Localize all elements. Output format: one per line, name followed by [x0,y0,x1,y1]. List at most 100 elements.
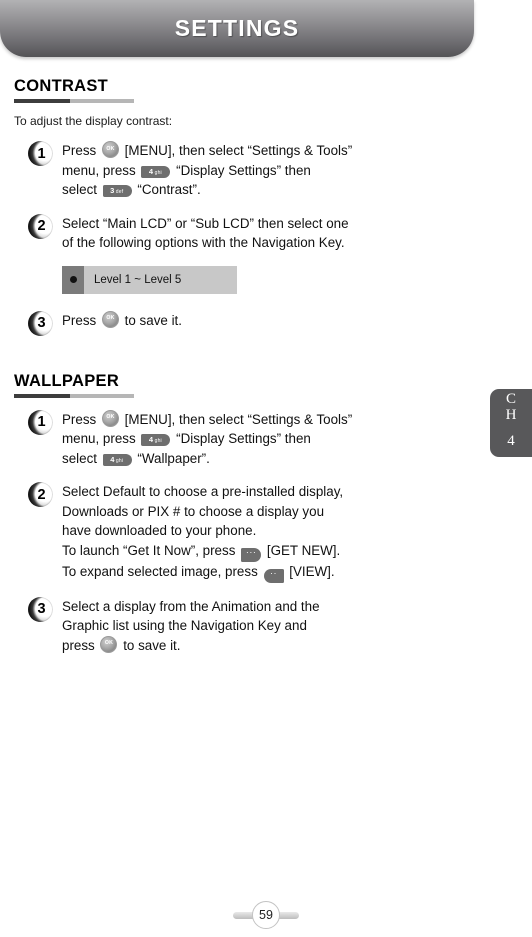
right-soft-key-icon: ·· [263,567,284,583]
ok-key-icon [101,409,119,427]
heading-rule-dark-segment [14,99,71,103]
step-body: Press [MENU], then select “Settings & To… [62,140,352,200]
step-item: 3 Press to save it. [14,310,518,336]
step-text: Press [62,411,100,427]
step-body: Select Default to choose a pre-installed… [62,481,343,583]
step-body: Select “Main LCD” or “Sub LCD” then sele… [62,213,349,253]
step-line: Downloads or PIX # to choose a display y… [62,502,343,522]
step-text: To expand selected image, press [62,563,262,579]
numeric-key-letters: ghi [154,438,162,444]
step-line: select 4 ghi “Wallpaper”. [62,449,352,469]
step-text: To launch “Get It Now”, press [62,542,240,558]
step-text: [MENU], then select “Settings & Tools” [120,411,353,427]
step-number-badge: 1 [28,141,53,166]
page-title: SETTINGS [174,15,300,41]
ok-key-icon [101,310,119,328]
section-wallpaper: WALLPAPER 1 Press [MENU], then select “Se… [0,372,532,656]
step-item: 2 Select “Main LCD” or “Sub LCD” then sel… [14,213,518,253]
step-number: 1 [37,145,46,162]
option-box: Level 1 ~ Level 5 [62,265,237,294]
heading-rule-light-segment [70,99,134,103]
page-header-banner: SETTINGS [0,0,474,57]
step-number-badge: 2 [28,213,53,239]
numeric-key-digit: 3 [110,186,115,195]
page-number: 59 [252,901,280,929]
step-text: [MENU], then select “Settings & Tools” [120,143,353,158]
step-line: Press [MENU], then select “Settings & To… [62,409,353,430]
step-body: Press to save it. [62,310,182,331]
ok-key-icon [100,635,118,653]
numeric-key-digit: 4 [110,454,115,464]
step-text: Press [62,143,100,158]
numeric-key-icon-4: 4 ghi [141,434,171,446]
step-number: 2 [37,218,46,234]
section-intro-text: To adjust the display contrast: [14,114,173,128]
step-text: have downloaded to your phone. [62,523,257,538]
step-line: To expand selected image, press ·· [VIEW… [62,562,343,583]
bullet-icon [69,276,77,283]
step-number: 2 [37,486,46,503]
step-line: menu, press 4 ghi “Display Settings” then [62,161,352,181]
step-text: menu, press [62,162,140,178]
step-number: 3 [37,315,46,331]
step-line: Select “Main LCD” or “Sub LCD” then sele… [62,214,349,234]
step-line: select 3 def “Contrast”. [62,180,352,200]
step-text: to save it. [120,312,182,328]
numeric-key-letters: def [115,189,124,195]
step-text: “Wallpaper”. [133,450,210,466]
step-line: menu, press 4 ghi “Display Settings” then [62,429,352,449]
step-text: menu, press [62,431,140,446]
step-number-badge: 2 [28,482,53,507]
heading-rule-light-segment [70,393,134,398]
step-text: “Display Settings” then [172,431,311,446]
step-item: 2 Select Default to choose a pre-installe… [14,481,518,583]
numeric-key-icon-4: 4 ghi [102,453,132,466]
step-text: Select “Main LCD” or “Sub LCD” then sele… [62,215,349,231]
page-number-wing-right [277,911,299,919]
step-number-badge: 3 [28,310,53,336]
page-footer: 59 [0,901,532,929]
step-line: of the following options with the Naviga… [62,233,349,253]
step-line: Press [MENU], then select “Settings & To… [62,141,352,161]
numeric-key-digit: 4 [148,435,154,444]
step-text: press [62,637,99,653]
step-line: Select a display from the Animation and … [62,597,320,617]
steps-list: 1 Press [MENU], then select “Settings & T… [14,409,518,656]
steps-list: 1 Press [MENU], then select “Settings & T… [14,140,518,336]
numeric-key-letters: ghi [154,169,162,176]
step-text: select [62,450,101,466]
heading-rule [14,99,134,103]
option-label: Level 1 ~ Level 5 [84,265,237,294]
step-text: Select a display from the Animation and … [62,598,320,614]
step-number-badge: 3 [28,596,53,622]
step-text: Graphic list using the Navigation Key an… [62,618,307,633]
heading-rule-dark-segment [14,393,71,398]
heading-rule [14,393,134,398]
step-line: Graphic list using the Navigation Key an… [62,616,320,636]
option-bullet-cell [62,265,84,294]
section-contrast: CONTRAST To adjust the display contrast:… [0,77,532,336]
step-number-badge: 1 [28,409,53,435]
step-text: [VIEW]. [285,563,335,579]
step-item: 1 Press [MENU], then select “Settings & T… [14,409,518,469]
step-text: Press [62,312,100,328]
step-text: select [62,182,101,197]
numeric-key-digit: 4 [148,166,154,176]
page-content: CONTRAST To adjust the display contrast:… [0,57,532,668]
step-body: Press [MENU], then select “Settings & To… [62,409,352,469]
section-heading: CONTRAST [14,77,109,95]
step-line: have downloaded to your phone. [62,521,343,541]
step-item: 3 Select a display from the Animation and… [14,596,518,656]
step-text: “Contrast”. [133,182,201,197]
step-line: Press to save it. [62,310,182,331]
soft-key-dots: ·· [270,567,277,578]
section-heading: WALLPAPER [14,371,120,390]
step-body: Select a display from the Animation and … [62,596,320,656]
step-text: Downloads or PIX # to choose a display y… [62,503,325,519]
soft-key-dots: ··· [245,546,257,557]
numeric-key-letters: ghi [115,457,124,464]
step-line: Select Default to choose a pre-installed… [62,482,343,502]
left-soft-key-icon: ··· [241,546,262,562]
step-number: 1 [37,414,46,430]
step-line: press to save it. [62,635,320,656]
